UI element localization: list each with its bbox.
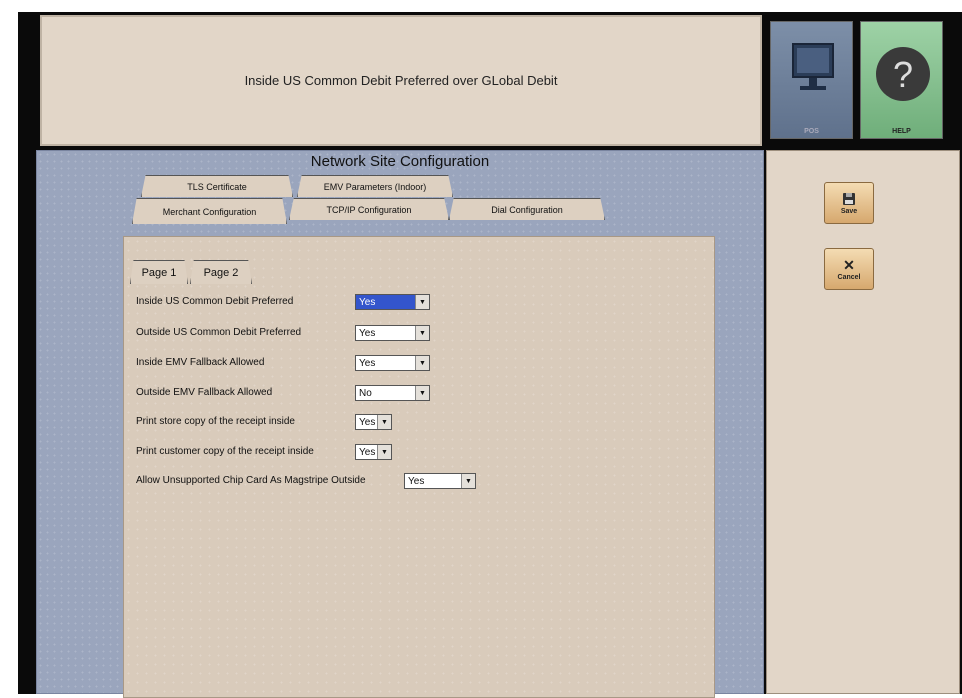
question-icon: ? [876, 47, 930, 101]
pos-label: POS [804, 128, 819, 135]
print-customer-copy-select[interactable]: Yes ▼ [355, 444, 392, 460]
field-label: Inside EMV Fallback Allowed [136, 357, 265, 368]
print-store-copy-select[interactable]: Yes ▼ [355, 414, 392, 430]
svg-text:?: ? [893, 54, 913, 95]
chevron-down-icon[interactable]: ▼ [415, 356, 429, 370]
field-label: Outside US Common Debit Preferred [136, 327, 302, 338]
x-icon: ✕ [843, 256, 855, 273]
field-label: Print store copy of the receipt inside [136, 416, 295, 427]
save-label: Save [840, 207, 858, 215]
select-value: Yes [356, 295, 415, 309]
message-header: Inside US Common Debit Preferred over GL… [40, 15, 762, 146]
help-label: HELP [892, 128, 911, 135]
chevron-down-icon[interactable]: ▼ [377, 445, 391, 459]
pos-tile[interactable]: POS [770, 21, 853, 139]
cancel-button[interactable]: ✕ Cancel [824, 248, 874, 290]
save-button[interactable]: Save [824, 182, 874, 224]
chevron-down-icon[interactable]: ▼ [415, 326, 429, 340]
field-label: Print customer copy of the receipt insid… [136, 446, 314, 457]
tab-emv-parameters[interactable]: EMV Parameters (Indoor) [297, 175, 453, 197]
tab-tcpip-configuration[interactable]: TCP/IP Configuration [289, 198, 449, 220]
chevron-down-icon[interactable]: ▼ [377, 415, 391, 429]
floppy-disk-icon [843, 192, 855, 205]
app-frame: Inside US Common Debit Preferred over GL… [18, 12, 962, 698]
select-value: Yes [359, 446, 376, 458]
outside-emv-fallback-select[interactable]: No ▼ [355, 385, 430, 401]
field-label: Outside EMV Fallback Allowed [136, 387, 273, 398]
page-title: Network Site Configuration [310, 153, 490, 170]
chevron-down-icon[interactable]: ▼ [415, 386, 429, 400]
cancel-label: Cancel [837, 273, 861, 281]
merchant-config-page: Page 1 Page 2 Inside US Common Debit Pre… [123, 236, 715, 698]
chevron-down-icon[interactable]: ▼ [415, 295, 429, 309]
header-message: Inside US Common Debit Preferred over GL… [244, 73, 558, 88]
select-value: Yes [359, 327, 376, 339]
config-panel: Network Site Configuration TLS Certifica… [36, 150, 764, 698]
tab-dial-configuration[interactable]: Dial Configuration [449, 198, 605, 220]
field-label: Allow Unsupported Chip Card As Magstripe… [136, 475, 366, 486]
help-tile[interactable]: ? HELP [860, 21, 943, 139]
tab-merchant-configuration[interactable]: Merchant Configuration [132, 198, 287, 224]
monitor-icon [792, 43, 834, 90]
select-value: Yes [359, 357, 376, 369]
inside-us-common-debit-select[interactable]: Yes ▼ [355, 294, 430, 310]
inside-emv-fallback-select[interactable]: Yes ▼ [355, 355, 430, 371]
action-sidebar: Save ✕ Cancel [766, 150, 960, 694]
field-label: Inside US Common Debit Preferred [136, 296, 294, 307]
allow-unsupported-chip-select[interactable]: Yes ▼ [404, 473, 476, 489]
tab-tls-certificate[interactable]: TLS Certificate [141, 175, 293, 197]
chevron-down-icon[interactable]: ▼ [461, 474, 475, 488]
subtab-page-1[interactable]: Page 1 [130, 260, 188, 284]
outside-us-common-debit-select[interactable]: Yes ▼ [355, 325, 430, 341]
select-value: No [359, 387, 372, 399]
select-value: Yes [408, 475, 425, 487]
select-value: Yes [359, 416, 376, 428]
subtab-page-2[interactable]: Page 2 [190, 260, 252, 284]
